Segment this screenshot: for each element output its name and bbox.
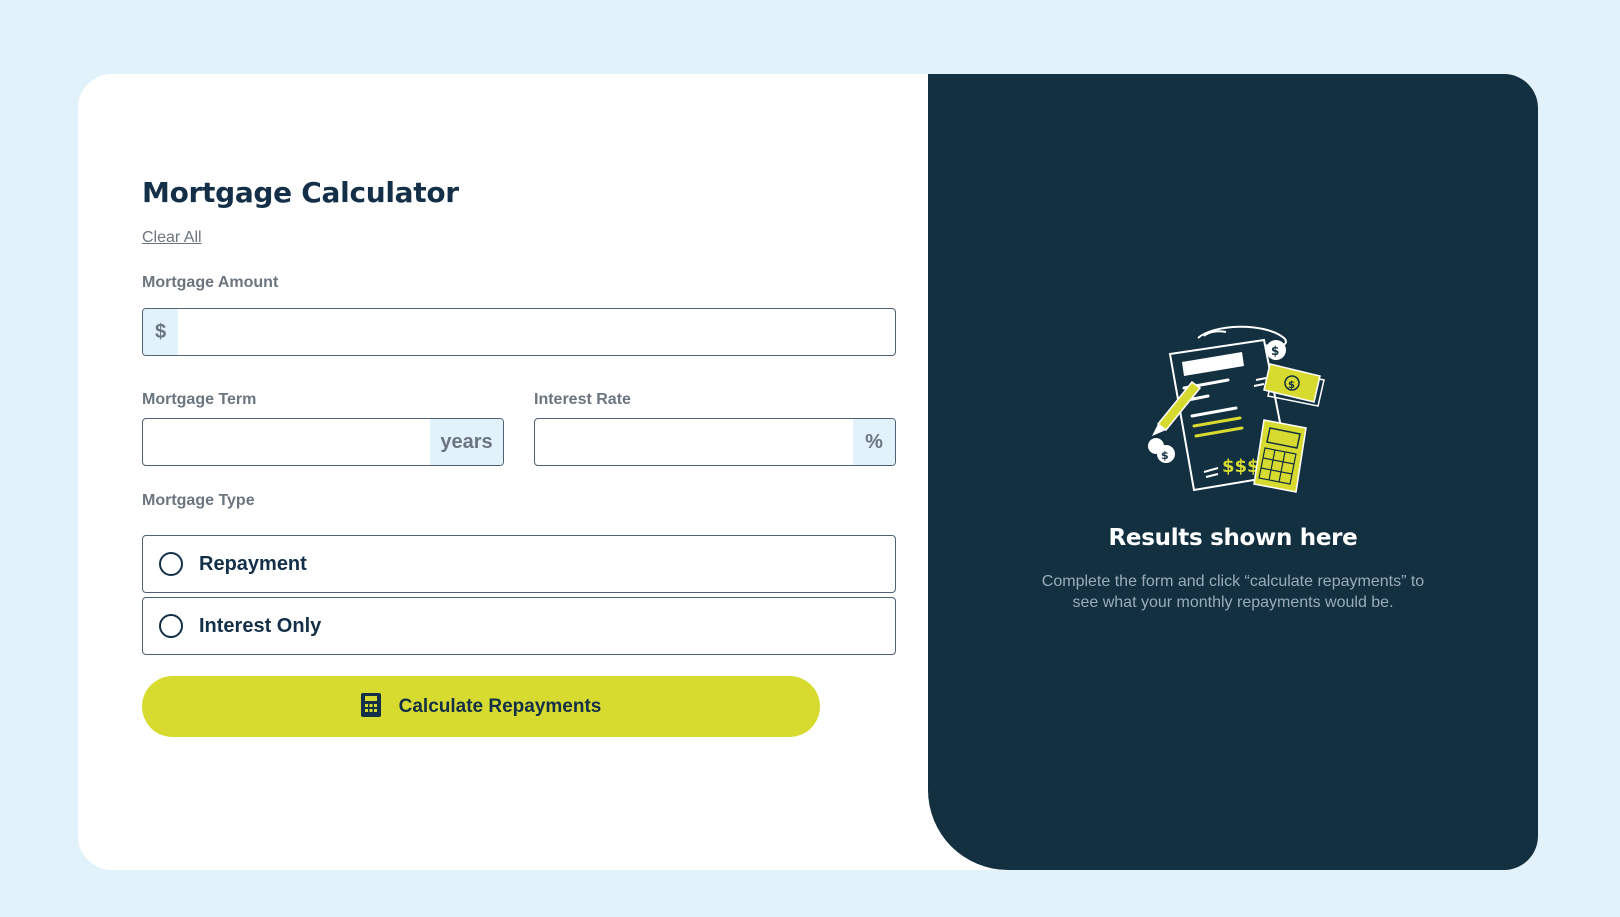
- mortgage-term-field: years: [142, 418, 504, 466]
- page-title: Mortgage Calculator: [142, 176, 459, 209]
- mortgage-term-input[interactable]: [143, 419, 430, 465]
- radio-button[interactable]: [159, 614, 183, 638]
- form-panel: Mortgage Calculator Clear All Mortgage A…: [78, 74, 928, 870]
- radio-label-interest-only: Interest Only: [199, 614, 322, 637]
- radio-option-repayment[interactable]: Repayment: [142, 535, 896, 593]
- interest-rate-label: Interest Rate: [534, 391, 631, 408]
- svg-text:$$$: $$$: [1222, 456, 1260, 477]
- mortgage-type-label: Mortgage Type: [142, 492, 255, 509]
- mortgage-amount-input[interactable]: [178, 309, 895, 355]
- svg-text:$: $: [1161, 449, 1169, 462]
- calculator-card: Mortgage Calculator Clear All Mortgage A…: [78, 74, 1538, 870]
- results-title: Results shown here: [1108, 525, 1358, 551]
- mortgage-term-label: Mortgage Term: [142, 391, 257, 408]
- radio-label-repayment: Repayment: [199, 552, 307, 575]
- results-panel: $$$ $ $ $ Results shown here Complete th…: [928, 74, 1538, 870]
- calculate-repayments-button[interactable]: Calculate Repayments: [142, 676, 820, 737]
- calculate-repayments-label: Calculate Repayments: [398, 695, 602, 717]
- radio-option-interest-only[interactable]: Interest Only: [142, 597, 896, 655]
- currency-prefix: $: [143, 309, 178, 355]
- interest-rate-field: %: [534, 418, 896, 466]
- results-description: Complete the form and click “calculate r…: [1041, 573, 1425, 611]
- svg-text:$: $: [1288, 380, 1295, 391]
- years-suffix: years: [430, 419, 503, 465]
- calculator-icon: [360, 693, 381, 720]
- interest-rate-input[interactable]: [535, 419, 853, 465]
- mortgage-amount-field: $: [142, 308, 896, 356]
- radio-button[interactable]: [159, 552, 183, 576]
- mortgage-amount-label: Mortgage Amount: [142, 274, 279, 291]
- percent-suffix: %: [853, 419, 895, 465]
- svg-text:$: $: [1271, 344, 1279, 358]
- clear-all-link[interactable]: Clear All: [142, 229, 202, 247]
- empty-results-illustration: $$$ $ $ $: [1144, 324, 1328, 494]
